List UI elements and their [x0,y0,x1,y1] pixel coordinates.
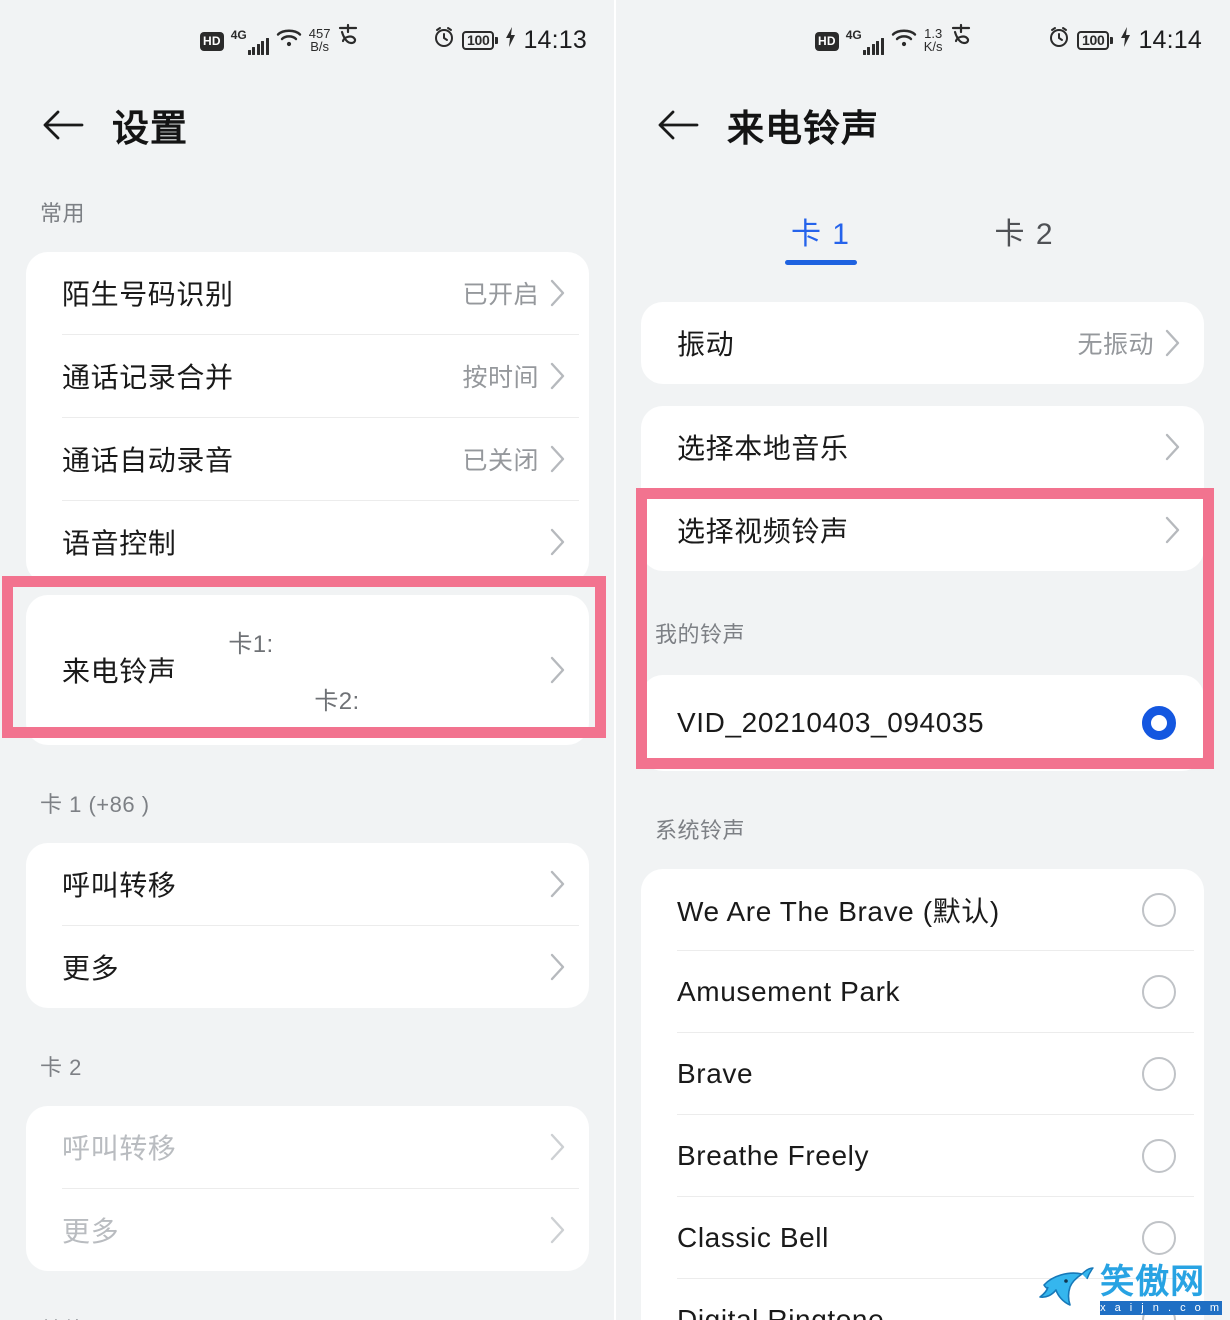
watermark-text: 笑傲网 x a i j n . c o m [1100,1263,1222,1315]
chevron-right-icon [550,528,565,556]
signal-bars-glyph [247,37,269,55]
section-header-sim1: 卡 1 (+86 ) [40,792,150,817]
charging-bolt-icon [504,26,517,54]
row-select-video-ringtone[interactable]: 选择视频铃声 [641,489,1204,571]
chevron-right-icon [550,656,565,684]
row-system-ringtone-item[interactable]: Breathe Freely [641,1115,1204,1196]
left-nav-bar: 设置 [0,80,615,170]
row-stranger-number-id[interactable]: 陌生号码识别 已开启 [26,252,589,334]
page-title: 来电铃声 [727,108,879,149]
signal-bars-icon: 4G [846,28,884,55]
right-status-bar: HD 4G 1.3 K/s 100 14:14 [615,0,1230,80]
row-incoming-call-ringtone[interactable]: 来电铃声 卡1: 卡2: [26,595,589,745]
signal-bars-glyph [862,37,884,55]
system-ringtones-card: We Are The Brave (默认) Amusement Park Bra… [641,869,1204,1320]
vibrate-card: 振动 无振动 [641,302,1204,384]
ringtone-source-card: 选择本地音乐 选择视频铃声 [641,406,1204,571]
row-system-ringtone-item[interactable]: Brave [641,1033,1204,1114]
right-status-right: 100 14:14 [1047,25,1202,55]
my-ringtones-card: VID_20210403_094035 [641,675,1204,771]
common-settings-card: 陌生号码识别 已开启 通话记录合并 按时间 通话自动录音 已关闭 语音控制 [26,252,589,583]
ringtone-settings-card: 来电铃声 卡1: 卡2: [26,595,589,745]
hd-icon: HD [200,32,224,51]
radio-unselected-icon[interactable] [1142,892,1176,927]
shark-logo-icon [1038,1265,1094,1316]
chevron-right-icon [550,279,565,307]
chevron-right-icon [550,870,565,898]
battery-cap [1110,36,1114,44]
chevron-right-icon [550,1216,565,1244]
left-status-bar: HD 4G 457 B/s 100 14:13 [0,0,615,80]
network-speed-icon: 1.3 K/s [923,25,943,54]
chevron-right-icon [550,362,565,390]
ringtone-sim2-label: 卡2: [314,688,360,715]
charging-bolt-icon [1119,26,1132,54]
row-voice-control[interactable]: 语音控制 [26,501,589,583]
row-auto-call-recording[interactable]: 通话自动录音 已关闭 [26,418,589,500]
signal-bars-icon: 4G [231,28,269,55]
chevron-right-icon [1165,433,1180,461]
section-header-other: 其他 [0,1313,615,1320]
right-nav-bar: 来电铃声 [615,80,1230,170]
battery-cap [495,36,499,44]
ringtone-sim-values: 卡1: 卡2: [176,624,549,716]
radio-selected-icon[interactable] [1142,706,1176,740]
chevron-right-icon [550,953,565,981]
section-header-system-ringtones: 系统铃声 [655,818,746,843]
hd-icon: HD [815,32,839,51]
row-system-ringtone-item[interactable]: We Are The Brave (默认) [641,869,1204,950]
chevron-right-icon [1165,516,1180,544]
tab-sim1[interactable]: 卡 1 [779,209,863,265]
left-status-indicators: HD 4G 457 B/s [200,23,359,55]
alarm-icon [1047,25,1071,55]
alarm-icon [432,25,456,55]
chevron-right-icon [550,1133,565,1161]
section-header-sim2: 卡 2 [40,1055,82,1080]
row-sim1-more[interactable]: 更多 [26,926,589,1008]
sim2-settings-card: 呼叫转移 更多 [26,1106,589,1271]
radio-unselected-icon[interactable] [1142,1138,1176,1173]
battery-icon: 100 [461,30,499,50]
status-clock: 14:14 [1138,25,1202,54]
chevron-right-icon [1165,329,1180,357]
back-arrow-icon[interactable] [40,102,86,148]
panel-divider [614,0,616,1320]
page-title: 设置 [112,108,188,149]
row-sim1-call-forwarding[interactable]: 呼叫转移 [26,843,589,925]
right-phone-screen: HD 4G 1.3 K/s 100 14:14 来电铃声 卡 1 卡 2 振动 … [615,0,1230,1320]
radio-unselected-icon[interactable] [1142,974,1176,1009]
status-clock: 14:13 [523,25,587,54]
section-header-common: 常用 [40,201,86,226]
watermark-url: x a i j n . c o m [1100,1300,1222,1315]
back-arrow-icon[interactable] [655,102,701,148]
alipay-icon [950,23,972,53]
left-status-right: 100 14:13 [432,25,587,55]
row-my-ringtone-item[interactable]: VID_20210403_094035 [641,675,1204,771]
tab-sim2[interactable]: 卡 2 [983,209,1067,265]
radio-unselected-icon[interactable] [1142,1056,1176,1091]
network-speed-icon: 457 B/s [308,25,331,54]
ringtone-sim1-label: 卡1: [228,631,274,658]
row-sim2-more: 更多 [26,1189,589,1271]
row-system-ringtone-item[interactable]: Amusement Park [641,951,1204,1032]
radio-unselected-icon[interactable] [1142,1220,1176,1255]
wifi-icon [276,28,302,54]
sim1-settings-card: 呼叫转移 更多 [26,843,589,1008]
row-call-log-merge[interactable]: 通话记录合并 按时间 [26,335,589,417]
right-status-indicators: HD 4G 1.3 K/s [815,23,972,55]
watermark: 笑傲网 x a i j n . c o m [1038,1265,1222,1316]
left-phone-screen: HD 4G 457 B/s 100 14:13 设置 常用 陌生号码识别 已开启… [0,0,615,1320]
battery-icon: 100 [1076,30,1114,50]
sim-tabs: 卡 1 卡 2 [615,194,1230,280]
row-vibration[interactable]: 振动 无振动 [641,302,1204,384]
row-select-local-music[interactable]: 选择本地音乐 [641,406,1204,488]
watermark-name: 笑傲网 [1100,1263,1206,1302]
wifi-icon [891,28,917,54]
alipay-icon [337,23,359,53]
dual-screenshot-container: HD 4G 457 B/s 100 14:13 设置 常用 陌生号码识别 已开启… [0,0,1230,1320]
chevron-right-icon [550,445,565,473]
row-sim2-call-forwarding: 呼叫转移 [26,1106,589,1188]
section-header-my-ringtones: 我的铃声 [655,622,746,647]
